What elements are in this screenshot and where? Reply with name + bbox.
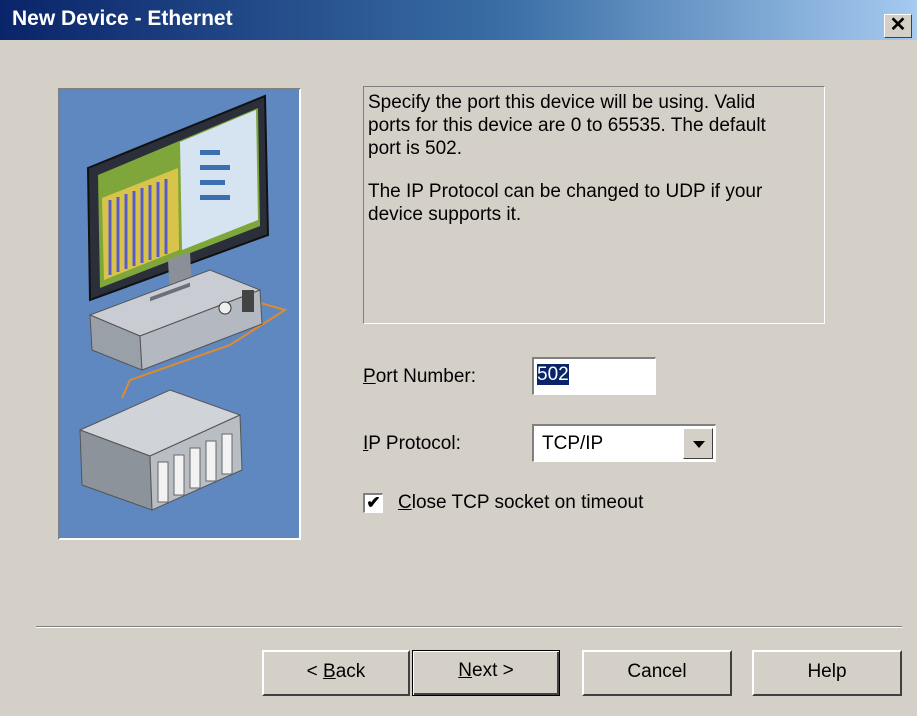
port-number-label: Port Number: <box>363 366 476 388</box>
close-button[interactable]: ✕ <box>884 14 912 38</box>
description-text-port: Specify the port this device will be usi… <box>368 92 766 159</box>
illustration-graphic <box>78 94 288 511</box>
title-bar: New Device - Ethernet ✕ <box>0 0 917 40</box>
back-button[interactable]: < Back <box>262 650 410 696</box>
protocol-label-text: P Protocol: <box>368 433 461 454</box>
back-prefix: < <box>306 661 324 682</box>
back-text: ack <box>335 661 366 682</box>
ip-protocol-select[interactable]: TCP/IP <box>532 424 716 462</box>
port-number-input[interactable]: 502 <box>532 357 656 395</box>
close-socket-checkbox[interactable]: ✔ <box>363 493 383 513</box>
ip-protocol-label: IP Protocol: <box>363 433 461 455</box>
description-panel: Specify the port this device will be usi… <box>363 86 825 324</box>
cancel-text: Cancel <box>627 661 687 682</box>
close-socket-label[interactable]: Close TCP socket on timeout <box>398 492 643 514</box>
close-socket-label-accel: C <box>398 492 412 513</box>
dropdown-arrow-icon[interactable] <box>683 428 713 459</box>
close-socket-label-text: lose TCP socket on timeout <box>411 492 644 513</box>
button-separator <box>36 626 902 628</box>
next-button[interactable]: Next > <box>412 650 560 696</box>
cancel-button[interactable]: Cancel <box>582 650 732 696</box>
help-button[interactable]: Help <box>752 650 902 696</box>
close-icon: ✕ <box>889 14 907 36</box>
checkmark-icon: ✔ <box>366 493 381 512</box>
port-number-value: 502 <box>537 364 569 385</box>
port-label-text: ort Number: <box>375 366 476 387</box>
window-title: New Device - Ethernet <box>12 7 233 30</box>
next-accel: N <box>458 660 472 681</box>
next-text: ext > <box>472 660 514 681</box>
port-label-accel: P <box>363 366 376 387</box>
help-text: Help <box>807 661 847 682</box>
back-accel: B <box>323 661 336 682</box>
pc-plc-network-illustration <box>58 88 301 540</box>
ip-protocol-value: TCP/IP <box>542 433 604 454</box>
description-text-protocol: The IP Protocol can be changed to UDP if… <box>368 181 763 225</box>
